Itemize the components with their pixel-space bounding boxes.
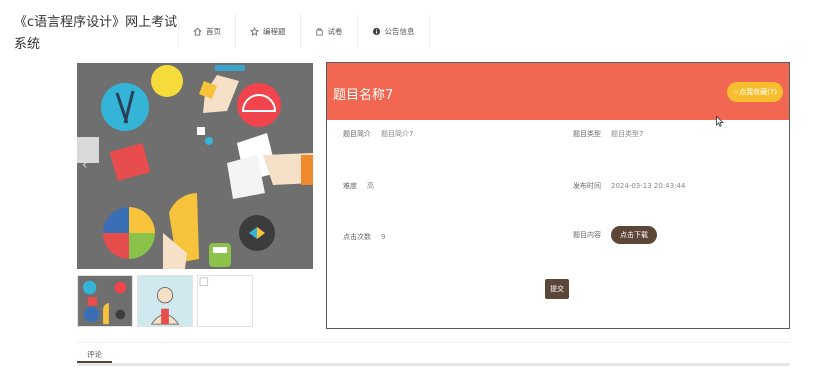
thumbnail-1[interactable]: [77, 275, 133, 327]
star-icon: [250, 26, 259, 36]
nav-item-programming[interactable]: 编程题: [236, 14, 301, 48]
tab-comments[interactable]: 评论: [87, 349, 102, 360]
nav-label: 首页: [206, 26, 221, 36]
tab-divider: [77, 363, 790, 366]
field-value: 9: [381, 233, 386, 241]
field-difficulty: 难度 高: [343, 181, 374, 191]
question-title: 题目名称7: [333, 88, 394, 103]
field-label: 题目简介: [343, 130, 371, 138]
favorite-button[interactable]: ☆点我收藏(7): [726, 82, 783, 102]
field-label: 题目类型: [573, 130, 601, 138]
field-label: 发布时间: [573, 182, 601, 190]
nav-label: 试卷: [327, 26, 343, 36]
field-label: 难度: [343, 182, 357, 190]
home-icon: [193, 27, 202, 36]
question-detail-panel: 题目名称7 ☆点我收藏(7) 题目简介 题目简介7 题目类型 题目类型7 难度 …: [326, 62, 790, 329]
nav-item-notice[interactable]: 公告信息: [358, 14, 430, 48]
bag-icon: [315, 27, 323, 36]
nav-item-exam[interactable]: 试卷: [301, 14, 358, 48]
download-button[interactable]: 点击下载: [611, 226, 657, 244]
comment-section: 评论: [77, 342, 790, 372]
nav-label: 编程题: [263, 26, 286, 36]
thumbnail-image: [138, 276, 192, 326]
field-label: 题目内容: [573, 231, 601, 239]
illustration-image: [77, 63, 313, 269]
site-title: 《c语言程序设计》网上考试系统: [14, 15, 178, 52]
field-value: 题目类型7: [611, 130, 644, 138]
field-label: 点击次数: [343, 233, 371, 241]
main-nav: 首页 编程题 试卷 公告信息: [178, 14, 430, 48]
field-publish-time: 发布时间 2024-03-13 20:43:44: [573, 181, 685, 191]
detail-header: 题目名称7 ☆点我收藏(7): [327, 63, 789, 120]
thumbnail-image: [78, 276, 132, 326]
submit-button[interactable]: 提交: [545, 279, 569, 299]
thumbnail-3[interactable]: [197, 275, 253, 327]
field-intro: 题目简介 题目简介7: [343, 129, 413, 139]
carousel-prev-icon[interactable]: ‹: [82, 157, 88, 173]
field-value: 题目简介7: [381, 130, 414, 138]
field-value: 高: [367, 182, 374, 190]
thumbnail-strip: [77, 275, 253, 327]
info-icon: [372, 27, 380, 35]
field-value: 2024-03-13 20:43:44: [611, 182, 686, 190]
field-type: 题目类型 题目类型7: [573, 129, 643, 139]
main-image-carousel[interactable]: [77, 63, 313, 269]
mouse-cursor-icon: [716, 116, 724, 127]
nav-item-home[interactable]: 首页: [178, 14, 236, 48]
broken-image-icon: [198, 276, 252, 326]
field-content: 题目内容 点击下载: [573, 226, 657, 244]
thumbnail-2[interactable]: [137, 275, 193, 327]
nav-label: 公告信息: [384, 26, 415, 36]
field-clicks: 点击次数 9: [343, 232, 385, 242]
